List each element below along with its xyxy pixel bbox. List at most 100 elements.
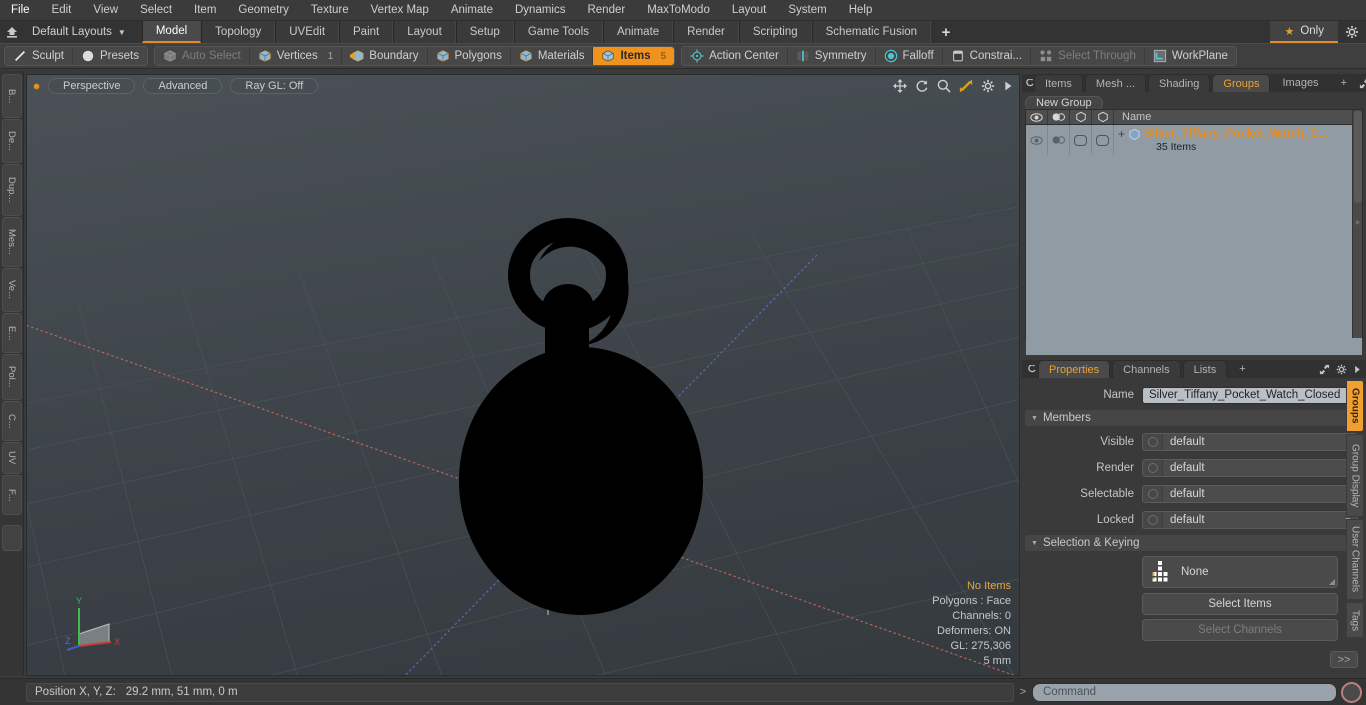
gear-icon[interactable] bbox=[981, 79, 995, 93]
render-dropdown[interactable]: default ▼ bbox=[1142, 459, 1358, 477]
row-locked-toggle[interactable] bbox=[1092, 125, 1114, 155]
left-tab-vertex[interactable]: Ve... bbox=[1, 268, 22, 312]
left-tab-edge[interactable]: E... bbox=[1, 313, 22, 353]
sculpt-button[interactable]: Sculpt bbox=[5, 47, 73, 65]
tab-properties[interactable]: Properties bbox=[1038, 360, 1111, 378]
home-icon[interactable] bbox=[0, 21, 24, 43]
menu-item-select[interactable]: Select bbox=[129, 0, 183, 20]
menu-item-animate[interactable]: Animate bbox=[440, 0, 504, 20]
selectable-dropdown[interactable]: default ▼ bbox=[1142, 485, 1358, 503]
tab-uvedit[interactable]: UVEdit bbox=[275, 21, 340, 43]
tab-paint[interactable]: Paint bbox=[339, 21, 394, 43]
row-eye-toggle[interactable] bbox=[1026, 125, 1048, 155]
right-tab-user-channels[interactable]: User Channels bbox=[1346, 518, 1364, 601]
panel-tab-groups[interactable]: Groups bbox=[1212, 74, 1271, 92]
polygons-button[interactable]: Polygons bbox=[427, 47, 511, 65]
default-layouts-dropdown[interactable]: Default Layouts ▼ bbox=[24, 21, 134, 43]
tab-setup[interactable]: Setup bbox=[455, 21, 514, 43]
position-readout[interactable]: Position X, Y, Z: 29.2 mm, 51 mm, 0 m bbox=[26, 682, 1014, 702]
column-render-icon[interactable] bbox=[1048, 110, 1070, 124]
move-icon[interactable] bbox=[893, 79, 907, 93]
menu-item-view[interactable]: View bbox=[82, 0, 129, 20]
properties-gear-icon[interactable] bbox=[1336, 364, 1347, 375]
scrollbar-thumb[interactable] bbox=[1354, 111, 1362, 203]
tab-schematic-fusion[interactable]: Schematic Fusion bbox=[811, 21, 932, 43]
menu-item-geometry[interactable]: Geometry bbox=[227, 0, 300, 20]
tab-topology[interactable]: Topology bbox=[201, 21, 276, 43]
viewport-shading-pill[interactable]: Advanced bbox=[143, 78, 223, 94]
right-tab-tags[interactable]: Tags bbox=[1346, 602, 1364, 638]
viewport-raygl-pill[interactable]: Ray GL: Off bbox=[230, 78, 319, 94]
tab-model[interactable]: Model bbox=[141, 21, 202, 43]
left-tab-duplicate[interactable]: Dup... bbox=[1, 164, 22, 216]
command-input[interactable]: Command bbox=[1032, 682, 1337, 702]
group-list-scrollbar[interactable] bbox=[1352, 110, 1362, 338]
panel-tab-shading[interactable]: Shading bbox=[1148, 74, 1211, 92]
properties-more-icon[interactable] bbox=[1353, 364, 1361, 375]
menu-item-item[interactable]: Item bbox=[183, 0, 227, 20]
column-locked-icon[interactable] bbox=[1092, 110, 1114, 124]
left-tab-curve[interactable]: C... bbox=[1, 401, 22, 441]
render-knob-icon[interactable] bbox=[1143, 460, 1163, 476]
expand-icon[interactable] bbox=[1359, 78, 1366, 89]
viewport-3d[interactable]: Perspective Advanced Ray GL: Off No Item… bbox=[26, 74, 1020, 676]
add-tab-button[interactable]: + bbox=[931, 21, 961, 43]
tab-lists[interactable]: Lists bbox=[1182, 360, 1228, 378]
left-tab-uv[interactable]: UV bbox=[1, 442, 22, 474]
members-section-header[interactable]: ▼ Members bbox=[1025, 410, 1363, 426]
row-expander-icon[interactable]: + bbox=[1118, 128, 1125, 140]
play-icon[interactable] bbox=[1003, 79, 1013, 93]
menu-item-file[interactable]: File bbox=[0, 0, 41, 20]
group-list[interactable]: Name + Silver_Tiffany_Pocket_Watch_C... … bbox=[1025, 109, 1363, 355]
workplane-button[interactable]: WorkPlane bbox=[1144, 47, 1236, 65]
group-list-empty-area[interactable] bbox=[1026, 155, 1362, 355]
zoom-icon[interactable] bbox=[937, 79, 951, 93]
group-name-input[interactable]: Silver_Tiffany_Pocket_Watch_Closed bbox=[1142, 386, 1358, 404]
row-render-toggle[interactable] bbox=[1048, 125, 1070, 155]
presets-button[interactable]: Presets bbox=[72, 47, 147, 65]
vertices-button[interactable]: Vertices 1 bbox=[249, 47, 343, 65]
column-eye-icon[interactable] bbox=[1026, 110, 1048, 124]
menu-item-render[interactable]: Render bbox=[576, 0, 636, 20]
panel-tab-items[interactable]: Items bbox=[1034, 74, 1083, 92]
forward-button[interactable]: >> bbox=[1330, 651, 1358, 668]
left-tab-basic[interactable]: B... bbox=[1, 74, 22, 118]
right-tab-groups[interactable]: Groups bbox=[1346, 380, 1364, 432]
properties-menu-dot-icon[interactable] bbox=[1026, 360, 1038, 378]
pocket-watch-model[interactable] bbox=[27, 75, 1020, 676]
menu-item-texture[interactable]: Texture bbox=[300, 0, 360, 20]
rotate-icon[interactable] bbox=[915, 79, 929, 93]
tab-game-tools[interactable]: Game Tools bbox=[513, 21, 603, 43]
items-button[interactable]: Items 5 bbox=[593, 47, 675, 65]
viewport-projection-pill[interactable]: Perspective bbox=[48, 78, 136, 94]
selection-set-button[interactable]: None bbox=[1142, 556, 1338, 588]
panel-tab-mesh[interactable]: Mesh ... bbox=[1084, 74, 1147, 92]
right-tab-group-display[interactable]: Group Display bbox=[1346, 433, 1364, 517]
row-selectable-toggle[interactable] bbox=[1070, 125, 1092, 155]
select-through-button[interactable]: Select Through bbox=[1031, 47, 1145, 65]
tab-render[interactable]: Render bbox=[673, 21, 739, 43]
selection-keying-section-header[interactable]: ▼ Selection & Keying bbox=[1025, 535, 1363, 551]
only-toggle-button[interactable]: ★ Only bbox=[1270, 21, 1338, 43]
properties-expand-icon[interactable] bbox=[1319, 364, 1330, 375]
left-tab-fusion[interactable]: F... bbox=[1, 475, 22, 515]
action-center-button[interactable]: Action Center bbox=[682, 47, 788, 65]
left-tab-extra[interactable] bbox=[1, 525, 22, 551]
materials-button[interactable]: Materials bbox=[510, 47, 594, 65]
left-tab-deform[interactable]: De... bbox=[1, 119, 22, 163]
panel-tab-images[interactable]: Images bbox=[1272, 74, 1328, 92]
row-name-cell[interactable]: + Silver_Tiffany_Pocket_Watch_C... 35 It… bbox=[1114, 125, 1362, 155]
panel-tab-add[interactable]: + bbox=[1331, 74, 1357, 92]
group-list-row[interactable]: + Silver_Tiffany_Pocket_Watch_C... 35 It… bbox=[1026, 125, 1362, 155]
visible-dropdown[interactable]: default ▼ bbox=[1142, 433, 1358, 451]
menu-item-vertex-map[interactable]: Vertex Map bbox=[360, 0, 440, 20]
tab-animate[interactable]: Animate bbox=[602, 21, 674, 43]
left-tab-mesh-edit[interactable]: Mes... bbox=[1, 217, 22, 267]
menu-item-system[interactable]: System bbox=[777, 0, 837, 20]
tab-properties-add[interactable]: + bbox=[1229, 360, 1255, 378]
menu-item-help[interactable]: Help bbox=[838, 0, 884, 20]
record-macro-button[interactable] bbox=[1341, 681, 1362, 703]
menu-item-layout[interactable]: Layout bbox=[721, 0, 778, 20]
panel-menu-dot-icon[interactable] bbox=[1026, 74, 1034, 92]
locked-knob-icon[interactable] bbox=[1143, 512, 1163, 528]
